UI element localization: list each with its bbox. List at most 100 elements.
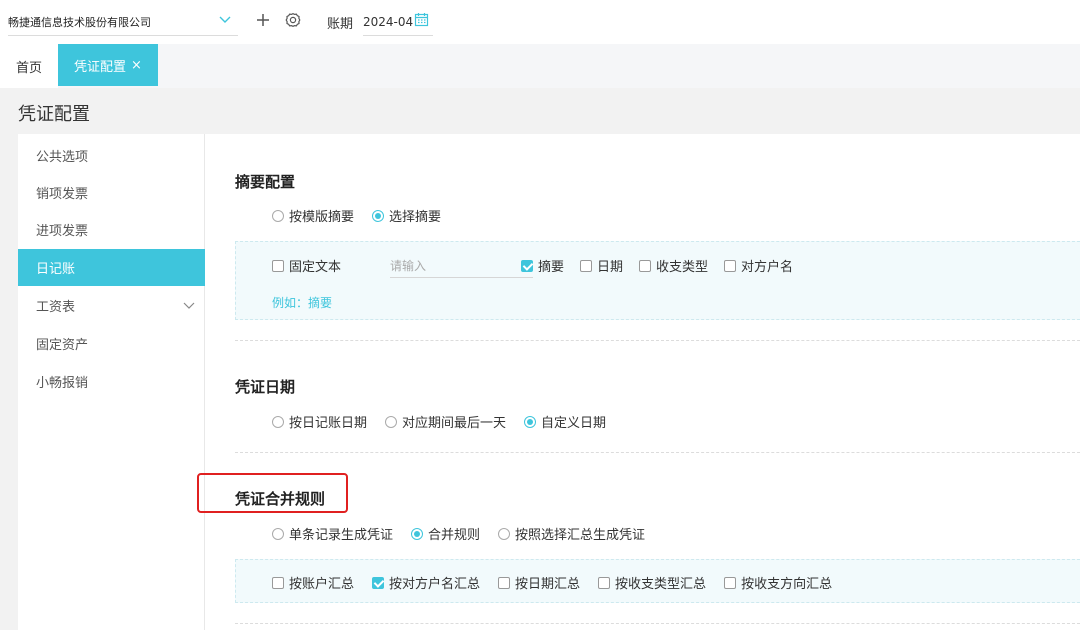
checkbox-indicator — [598, 576, 611, 589]
radio-indicator — [272, 415, 284, 428]
checkbox-label: 摘要 — [538, 260, 565, 275]
checkbox-indicator — [272, 576, 284, 589]
checkbox-label: 按收支方向汇总 — [741, 577, 833, 592]
checkbox-indicator — [639, 259, 652, 272]
checkbox-by-counterparty[interactable]: 按对方户名汇总 — [372, 573, 480, 592]
sidebar-item-label: 销项发票 — [36, 187, 89, 202]
radio-label: 选择摘要 — [389, 210, 442, 225]
radio-indicator — [272, 527, 284, 540]
checkbox-label: 收支类型 — [656, 260, 709, 275]
sidebar-item-payroll[interactable]: 工资表 — [18, 287, 205, 324]
checkbox-indicator — [272, 259, 284, 272]
radio-label: 对应期间最后一天 — [402, 416, 507, 431]
page-title: 凭证配置 — [18, 104, 90, 125]
merge-rule-group: 单条记录生成凭证 合并规则 按照选择汇总生成凭证 — [272, 524, 663, 543]
radio-indicator — [498, 527, 511, 540]
radio-period-last-day[interactable]: 对应期间最后一天 — [385, 412, 506, 431]
voucher-date-group: 按日记账日期 对应期间最后一天 自定义日期 — [272, 412, 624, 431]
radio-single-record[interactable]: 单条记录生成凭证 — [272, 524, 393, 543]
checkbox-label: 日期 — [597, 260, 624, 275]
checkbox-label: 按日期汇总 — [515, 577, 581, 592]
checkbox-by-income-expense-type[interactable]: 按收支类型汇总 — [598, 573, 706, 592]
radio-label: 按照选择汇总生成凭证 — [515, 528, 646, 543]
sidebar-item-purchase-invoice[interactable]: 进项发票 — [18, 211, 205, 248]
top-bar: 畅捷通信息技术股份有限公司 账期 2024-04 — [0, 0, 1080, 44]
radio-journal-date[interactable]: 按日记账日期 — [272, 412, 367, 431]
sidebar-item-label: 小畅报销 — [36, 376, 89, 391]
page-header: 凭证配置 — [0, 88, 1080, 134]
radio-indicator — [272, 209, 284, 222]
sidebar-item-fixed-assets[interactable]: 固定资产 — [18, 325, 205, 362]
tab-home[interactable]: 首页 — [0, 44, 58, 88]
radio-indicator — [411, 527, 424, 540]
radio-summarize-by-selection[interactable]: 按照选择汇总生成凭证 — [498, 524, 645, 543]
chevron-down-icon[interactable] — [218, 12, 232, 26]
chevron-down-icon — [183, 302, 195, 309]
radio-template-summary[interactable]: 按模版摘要 — [272, 206, 354, 225]
radio-label: 自定义日期 — [541, 416, 607, 431]
voucher-date-section-title: 凭证日期 — [235, 378, 296, 396]
checkbox-by-date[interactable]: 按日期汇总 — [498, 573, 580, 592]
sidebar-item-reimbursement[interactable]: 小畅报销 — [18, 363, 205, 400]
add-icon[interactable] — [255, 12, 271, 28]
close-icon[interactable]: × — [131, 58, 142, 73]
checkbox-by-direction[interactable]: 按收支方向汇总 — [724, 573, 832, 592]
radio-indicator — [372, 209, 385, 222]
checkbox-summary[interactable]: 摘要 — [521, 256, 564, 275]
radio-label: 按日记账日期 — [289, 416, 368, 431]
checkbox-counterparty[interactable]: 对方户名 — [724, 256, 793, 275]
period-value: 2024-04 — [363, 14, 414, 29]
section-divider — [235, 452, 1080, 453]
tab-voucher-config-label: 凭证配置 — [74, 59, 127, 75]
sidebar-item-label: 固定资产 — [36, 338, 89, 353]
checkbox-label: 固定文本 — [289, 260, 342, 275]
radio-label: 单条记录生成凭证 — [289, 528, 394, 543]
left-gutter — [0, 134, 18, 630]
radio-indicator — [524, 415, 537, 428]
highlight-box — [197, 473, 348, 513]
summary-options-panel: 固定文本 摘要 日期 收支类型 对方户名 例如：摘要 — [235, 241, 1080, 320]
summary-mode-group: 按模版摘要 选择摘要 — [272, 206, 459, 225]
radio-merge-rule[interactable]: 合并规则 — [411, 524, 480, 543]
sidebar-item-label: 进项发票 — [36, 224, 89, 239]
sidebar-item-common[interactable]: 公共选项 — [18, 137, 205, 174]
sidebar-item-label: 日记账 — [36, 262, 76, 277]
company-name: 畅捷通信息技术股份有限公司 — [8, 15, 151, 29]
tab-bar: 首页 凭证配置 × — [0, 44, 1080, 88]
main-content: 摘要配置 按模版摘要 选择摘要 固定文本 摘要 日期 收支类型 对方户名 例如：… — [206, 134, 1080, 630]
sidebar-item-label: 工资表 — [36, 300, 76, 315]
fixed-text-option: 固定文本 — [272, 256, 341, 275]
sidebar-item-journal[interactable]: 日记账 — [18, 249, 205, 286]
checkbox-fixed-text[interactable]: 固定文本 — [272, 256, 341, 275]
calendar-icon[interactable] — [414, 12, 429, 27]
section-divider — [235, 623, 1080, 624]
merge-field-checks: 按账户汇总 按对方户名汇总 按日期汇总 按收支类型汇总 按收支方向汇总 — [272, 573, 832, 592]
checkbox-indicator — [724, 259, 737, 272]
checkbox-by-account[interactable]: 按账户汇总 — [272, 573, 354, 592]
summary-section-title: 摘要配置 — [235, 173, 296, 191]
checkbox-label: 对方户名 — [741, 260, 794, 275]
sidebar: 公共选项 销项发票 进项发票 日记账 工资表 固定资产 小畅报销 — [18, 134, 205, 630]
checkbox-date[interactable]: 日期 — [580, 256, 623, 275]
checkbox-income-expense-type[interactable]: 收支类型 — [639, 256, 708, 275]
summary-field-checks: 摘要 日期 收支类型 对方户名 — [521, 256, 793, 275]
sidebar-item-label: 公共选项 — [36, 150, 89, 165]
checkbox-indicator — [372, 576, 385, 589]
checkbox-indicator — [521, 259, 533, 272]
checkbox-indicator — [498, 576, 511, 589]
checkbox-label: 按收支类型汇总 — [615, 577, 707, 592]
summary-example: 例如：摘要 — [272, 296, 333, 310]
radio-select-summary[interactable]: 选择摘要 — [372, 206, 441, 225]
gear-icon[interactable] — [284, 11, 302, 29]
tab-voucher-config[interactable]: 凭证配置 × — [58, 44, 158, 86]
section-divider — [235, 340, 1080, 341]
radio-indicator — [385, 415, 398, 428]
fixed-text-input[interactable] — [390, 254, 533, 278]
radio-label: 合并规则 — [428, 528, 481, 543]
company-select[interactable]: 畅捷通信息技术股份有限公司 — [8, 8, 238, 36]
radio-label: 按模版摘要 — [289, 210, 355, 225]
sidebar-item-sales-invoice[interactable]: 销项发票 — [18, 174, 205, 211]
merge-options-panel: 按账户汇总 按对方户名汇总 按日期汇总 按收支类型汇总 按收支方向汇总 — [235, 559, 1080, 603]
radio-custom-date[interactable]: 自定义日期 — [524, 412, 606, 431]
checkbox-indicator — [724, 576, 737, 589]
